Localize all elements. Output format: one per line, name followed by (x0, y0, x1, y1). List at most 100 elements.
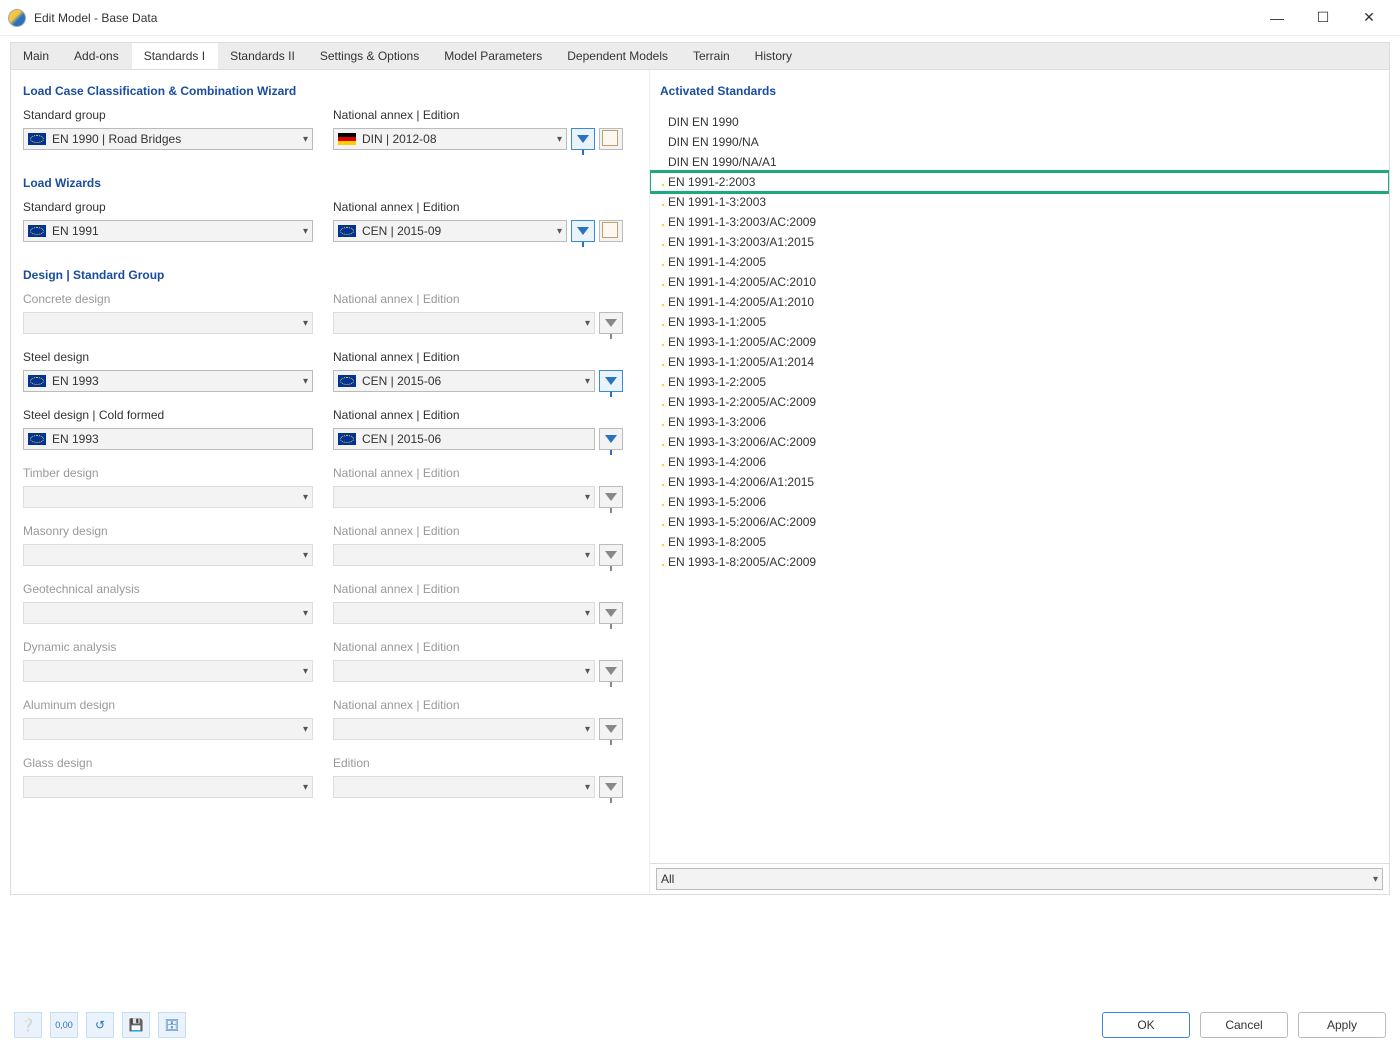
funnel-icon (605, 783, 617, 791)
funnel-icon (605, 435, 617, 443)
design-annex-dropdown[interactable]: CEN | 2015-06 (333, 428, 595, 450)
activated-standard-item[interactable]: EN 1993-1-4:2006 (650, 452, 1389, 472)
activated-standard-name: EN 1993-1-3:2006/AC:2009 (668, 435, 816, 449)
eu-flag-icon (28, 133, 46, 145)
lccw-annex-dropdown[interactable]: DIN | 2012-08 ▾ (333, 128, 567, 150)
tab-dependent-models[interactable]: Dependent Models (555, 43, 681, 69)
activated-standard-item[interactable]: EN 1991-2:2003 (650, 172, 1389, 192)
lw-std-dropdown[interactable]: EN 1991 ▾ (23, 220, 313, 242)
copy-button[interactable] (599, 128, 623, 150)
activated-standard-item[interactable]: EN 1991-1-3:2003/AC:2009 (650, 212, 1389, 232)
design-annex-value: CEN | 2015-06 (362, 374, 441, 388)
activated-standard-item[interactable]: EN 1993-1-3:2006 (650, 412, 1389, 432)
activated-standard-name: EN 1993-1-1:2005/AC:2009 (668, 335, 816, 349)
filter-button[interactable] (571, 220, 595, 242)
design-annex-label: National annex | Edition (333, 640, 623, 654)
copy-icon (604, 224, 618, 238)
design-std-dropdown: ▾ (23, 660, 313, 682)
activated-standard-item[interactable]: EN 1993-1-4:2006/A1:2015 (650, 472, 1389, 492)
filter-button (599, 776, 623, 798)
filter-button[interactable] (571, 128, 595, 150)
activated-standard-item[interactable]: DIN EN 1990 (650, 112, 1389, 132)
section-lw-title: Load Wizards (23, 176, 637, 190)
activated-standard-name: DIN EN 1990/NA (668, 135, 759, 149)
chevron-down-icon: ▾ (303, 782, 308, 793)
section-lccw-title: Load Case Classification & Combination W… (23, 84, 637, 98)
activated-standards-list: DIN EN 1990 DIN EN 1990/NA DIN EN 1990/NA/… (650, 112, 1389, 863)
design-std-dropdown[interactable]: EN 1993 (23, 428, 313, 450)
ok-label: OK (1137, 1018, 1154, 1032)
tab-history[interactable]: History (743, 43, 805, 69)
activated-standard-name: EN 1993-1-2:2005/AC:2009 (668, 395, 816, 409)
design-row-label: Dynamic analysis (23, 640, 313, 654)
activated-standard-item[interactable]: EN 1991-1-4:2005/A1:2010 (650, 292, 1389, 312)
activated-standard-item[interactable]: EN 1993-1-8:2005/AC:2009 (650, 552, 1389, 572)
apply-label: Apply (1327, 1018, 1357, 1032)
activated-standard-item[interactable]: EN 1991-1-4:2005/AC:2010 (650, 272, 1389, 292)
activated-standard-item[interactable]: EN 1991-1-3:2003/A1:2015 (650, 232, 1389, 252)
design-row-label: Geotechnical analysis (23, 582, 313, 596)
tab-add-ons[interactable]: Add-ons (62, 43, 132, 69)
design-annex-dropdown: ▾ (333, 776, 595, 798)
de-flag-icon (338, 133, 356, 145)
activated-standard-item[interactable]: EN 1993-1-3:2006/AC:2009 (650, 432, 1389, 452)
activated-standard-item[interactable]: EN 1991-1-4:2005 (650, 252, 1389, 272)
save-template-button[interactable]: 💾 (122, 1012, 150, 1038)
design-annex-label: National annex | Edition (333, 292, 623, 306)
design-std-dropdown[interactable]: EN 1993▾ (23, 370, 313, 392)
activated-filter-dropdown[interactable]: All ▾ (656, 868, 1383, 890)
reset-button[interactable]: ↺ (86, 1012, 114, 1038)
titlebar: Edit Model - Base Data — ☐ ✕ (0, 0, 1400, 36)
chevron-down-icon: ▾ (303, 666, 308, 677)
activated-standard-item[interactable]: EN 1993-1-8:2005 (650, 532, 1389, 552)
copy-icon (604, 132, 618, 146)
activated-standard-name: DIN EN 1990 (668, 115, 739, 129)
chevron-down-icon: ▾ (585, 492, 590, 503)
activated-standard-item[interactable]: EN 1993-1-2:2005/AC:2009 (650, 392, 1389, 412)
database-button[interactable]: 🗄 (158, 1012, 186, 1038)
chevron-down-icon: ▾ (585, 318, 590, 329)
cancel-button[interactable]: Cancel (1200, 1012, 1288, 1038)
lccw-std-dropdown[interactable]: EN 1990 | Road Bridges ▾ (23, 128, 313, 150)
activated-standard-item[interactable]: DIN EN 1990/NA (650, 132, 1389, 152)
activated-standard-item[interactable]: EN 1993-1-2:2005 (650, 372, 1389, 392)
activated-standard-item[interactable]: EN 1993-1-5:2006 (650, 492, 1389, 512)
design-annex-dropdown[interactable]: CEN | 2015-06▾ (333, 370, 595, 392)
design-std-dropdown: ▾ (23, 544, 313, 566)
filter-button[interactable] (599, 370, 623, 392)
apply-button[interactable]: Apply (1298, 1012, 1386, 1038)
design-std-value: EN 1993 (52, 432, 99, 446)
chevron-down-icon: ▾ (1373, 874, 1378, 885)
filter-button (599, 544, 623, 566)
activated-standard-item[interactable]: EN 1991-1-3:2003 (650, 192, 1389, 212)
minimize-button[interactable]: — (1254, 3, 1300, 33)
tab-model-parameters[interactable]: Model Parameters (432, 43, 555, 69)
tab-terrain[interactable]: Terrain (681, 43, 743, 69)
activated-standard-name: EN 1991-1-4:2005 (668, 255, 766, 269)
funnel-icon (605, 319, 617, 327)
tab-standards-i[interactable]: Standards I (132, 43, 218, 69)
activated-standard-item[interactable]: EN 1993-1-1:2005/A1:2014 (650, 352, 1389, 372)
activated-standard-name: EN 1991-1-3:2003 (668, 195, 766, 209)
lw-annex-label: National annex | Edition (333, 200, 623, 214)
activated-standard-item[interactable]: EN 1993-1-1:2005/AC:2009 (650, 332, 1389, 352)
lw-annex-dropdown[interactable]: CEN | 2015-09 ▾ (333, 220, 567, 242)
tab-settings-options[interactable]: Settings & Options (308, 43, 432, 69)
activated-standard-name: EN 1993-1-1:2005 (668, 315, 766, 329)
help-button[interactable]: ❔ (14, 1012, 42, 1038)
chevron-down-icon: ▾ (585, 666, 590, 677)
activated-standard-item[interactable]: EN 1993-1-1:2005 (650, 312, 1389, 332)
maximize-button[interactable]: ☐ (1300, 3, 1346, 33)
design-annex-label: National annex | Edition (333, 466, 623, 480)
copy-button[interactable] (599, 220, 623, 242)
units-button[interactable]: 0,00 (50, 1012, 78, 1038)
design-annex-dropdown: ▾ (333, 486, 595, 508)
ok-button[interactable]: OK (1102, 1012, 1190, 1038)
filter-button[interactable] (599, 428, 623, 450)
close-button[interactable]: ✕ (1346, 3, 1392, 33)
tab-main[interactable]: Main (11, 43, 62, 69)
tab-standards-ii[interactable]: Standards II (218, 43, 308, 69)
design-annex-label: National annex | Edition (333, 582, 623, 596)
activated-standard-item[interactable]: EN 1993-1-5:2006/AC:2009 (650, 512, 1389, 532)
activated-standard-item[interactable]: DIN EN 1990/NA/A1 (650, 152, 1389, 172)
